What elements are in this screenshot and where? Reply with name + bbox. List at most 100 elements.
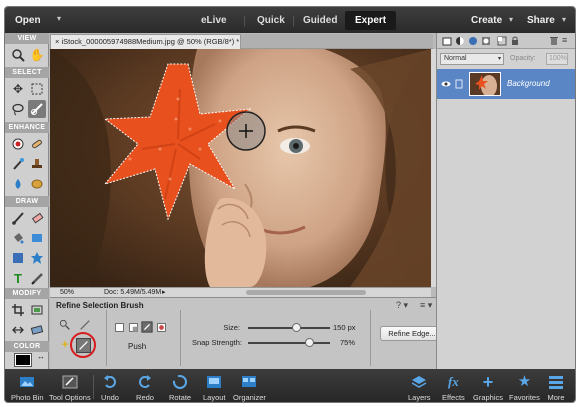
mode-quick[interactable]: Quick xyxy=(257,15,285,26)
crop-tool-icon[interactable] xyxy=(9,301,27,319)
snap-strength-value[interactable]: 75% xyxy=(340,338,355,347)
redo-label: Redo xyxy=(136,393,154,402)
size-value[interactable]: 150 px xyxy=(333,323,356,332)
opacity-input[interactable]: 100% xyxy=(546,53,568,65)
clone-stamp-icon[interactable] xyxy=(28,155,46,173)
lasso-tool-icon[interactable] xyxy=(9,100,27,118)
undo-button[interactable]: Undo xyxy=(101,373,119,402)
share-dropdown-icon[interactable]: ▾ xyxy=(562,15,566,24)
add-mode-icon[interactable] xyxy=(112,320,126,334)
eye-visibility-icon[interactable] xyxy=(441,79,451,89)
blur-tool-icon[interactable] xyxy=(9,175,27,193)
open-dropdown-icon[interactable]: ▾ xyxy=(57,14,61,23)
size-slider[interactable] xyxy=(248,327,330,329)
close-tab-icon[interactable]: × xyxy=(55,37,59,46)
layer-mask-icon[interactable] xyxy=(481,36,491,46)
lock-all-icon[interactable] xyxy=(510,36,520,46)
marquee-tool-icon[interactable] xyxy=(28,80,46,98)
refine-edge-button[interactable]: Refine Edge... xyxy=(380,326,444,341)
organizer-button[interactable]: Organizer xyxy=(233,373,266,402)
zoom-tool-icon[interactable] xyxy=(9,46,27,64)
share-button[interactable]: Share xyxy=(527,15,555,26)
bottom-taskbar: Photo Bin Tool Options Undo Redo Rotate … xyxy=(5,369,575,403)
blend-mode-select[interactable]: Normal ▾ xyxy=(440,53,504,65)
size-slider-knob[interactable] xyxy=(292,323,302,332)
pencil-tool-icon[interactable] xyxy=(28,269,46,287)
subtract-mode-icon[interactable] xyxy=(126,320,140,334)
status-menu-icon[interactable]: ▸ xyxy=(162,288,166,297)
custom-shape-icon[interactable] xyxy=(28,249,46,267)
new-layer-icon[interactable] xyxy=(442,36,452,46)
smart-brush-icon[interactable] xyxy=(9,155,27,173)
graphics-plus-icon: + xyxy=(482,372,494,392)
hand-tool-icon[interactable]: ✋ xyxy=(28,46,46,64)
sponge-tool-icon[interactable] xyxy=(28,175,46,193)
layers-toolbar: ≡ xyxy=(437,33,575,49)
section-modify: MODIFY xyxy=(5,288,49,299)
refine-brush-option-selected[interactable] xyxy=(70,332,96,358)
photoshop-elements-window: Open ▾ eLive | Quick | Guided Expert Cre… xyxy=(4,6,576,403)
layout-button[interactable]: Layout xyxy=(203,373,226,402)
open-button[interactable]: Open xyxy=(15,15,41,26)
layer-row-background[interactable]: Background xyxy=(437,69,575,99)
recompose-tool-icon[interactable] xyxy=(28,301,46,319)
create-dropdown-icon[interactable]: ▾ xyxy=(509,15,513,24)
photo-bin-icon xyxy=(18,373,36,391)
graphics-button[interactable]: + Graphics xyxy=(473,373,503,402)
layers-icon xyxy=(410,373,428,391)
gradient-tool-icon[interactable] xyxy=(28,229,46,247)
fill-layer-icon[interactable] xyxy=(468,36,478,46)
layer-name[interactable]: Background xyxy=(507,79,550,88)
panel-menu-icon[interactable]: ≡ ▾ xyxy=(420,300,432,311)
mode-elive[interactable]: eLive xyxy=(201,15,227,26)
document-tab[interactable]: × iStock_000005974988Medium.jpg @ 50% (R… xyxy=(50,34,241,49)
content-aware-move-icon[interactable] xyxy=(9,321,27,339)
layers-button[interactable]: Layers xyxy=(408,373,431,402)
move-tool-icon[interactable]: ✥ xyxy=(9,80,27,98)
more-button[interactable]: More xyxy=(547,373,565,402)
eraser-tool-icon[interactable] xyxy=(28,209,46,227)
delete-layer-icon[interactable] xyxy=(549,36,559,46)
brush-tool-icon[interactable] xyxy=(9,209,27,227)
rotate-button[interactable]: Rotate xyxy=(169,373,191,402)
swap-colors-icon[interactable]: ↔ xyxy=(37,352,45,361)
layers-panel-menu-icon[interactable]: ≡ xyxy=(562,35,567,45)
straighten-tool-icon[interactable] xyxy=(28,321,46,339)
mode-expert[interactable]: Expert xyxy=(345,11,397,30)
tool-options-button[interactable]: Tool Options xyxy=(49,373,91,402)
mode-guided[interactable]: Guided xyxy=(303,15,337,26)
rotate-icon xyxy=(171,373,189,391)
image-canvas[interactable] xyxy=(50,49,431,287)
horizontal-scrollbar[interactable] xyxy=(246,290,366,295)
link-layer-icon[interactable] xyxy=(455,79,463,89)
photo-bin-button[interactable]: Photo Bin xyxy=(11,373,44,402)
smooth-mode-icon[interactable] xyxy=(154,320,168,334)
spot-healing-icon[interactable] xyxy=(28,135,46,153)
effects-button[interactable]: fx Effects xyxy=(442,373,465,402)
foreground-color-swatch[interactable] xyxy=(14,353,32,367)
snap-strength-slider[interactable] xyxy=(248,342,330,344)
favorites-button[interactable]: ★ Favorites xyxy=(509,373,540,403)
zoom-level[interactable]: 50% xyxy=(60,288,74,297)
tool-options-panel: Refine Selection Brush ? ▾ ≡ ▾ Push Size… xyxy=(50,297,444,369)
redo-button[interactable]: Redo xyxy=(136,373,154,402)
redeye-tool-icon[interactable] xyxy=(9,135,27,153)
subtract-selection-brush-icon[interactable] xyxy=(78,318,92,332)
refine-selection-brush-icon[interactable] xyxy=(28,100,46,118)
paint-bucket-icon[interactable] xyxy=(9,229,27,247)
redo-icon xyxy=(136,373,154,391)
push-mode-icon[interactable] xyxy=(140,320,154,334)
create-button[interactable]: Create xyxy=(471,15,502,26)
layers-panel: ≡ Normal ▾ Opacity: 100% Background xyxy=(436,33,575,369)
type-tool-icon[interactable]: T xyxy=(9,269,27,287)
shape-tool-icon[interactable] xyxy=(9,249,27,267)
options-divider xyxy=(180,310,181,366)
add-selection-brush-icon[interactable] xyxy=(58,318,72,332)
help-icon[interactable]: ? ▾ xyxy=(396,300,408,311)
snap-strength-slider-knob[interactable] xyxy=(304,338,314,347)
section-color: COLOR xyxy=(5,341,49,352)
snap-strength-label: Snap Strength: xyxy=(191,338,242,347)
lock-transparent-icon[interactable] xyxy=(497,36,507,46)
effects-icon: fx xyxy=(447,374,459,389)
adjustment-layer-icon[interactable] xyxy=(455,36,465,46)
